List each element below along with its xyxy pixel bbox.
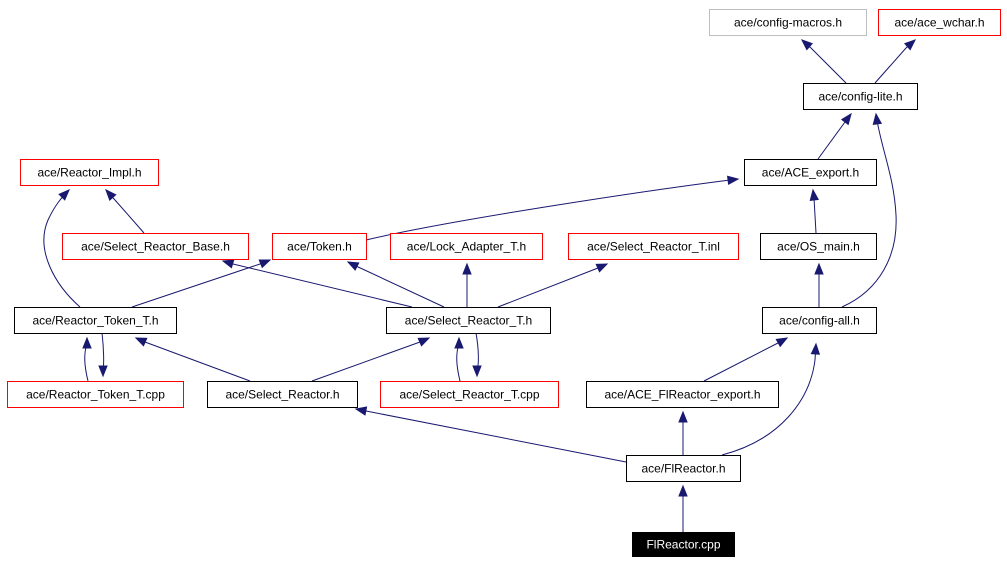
edge-line [311,337,430,382]
arrowhead-icon [346,261,360,271]
edge-token-to-ace-export [365,175,740,241]
node-fl-reactor-h[interactable]: ace/FlReactor.h [626,455,741,482]
node-label: ace/FlReactor.h [641,462,725,476]
node-fl-export[interactable]: ace/ACE_FlReactor_export.h [586,381,779,408]
node-label: ace/ACE_FlReactor_export.h [604,388,760,402]
arrowhead-icon [134,337,148,347]
arrowhead-icon [417,337,431,347]
node-select-reactor-base[interactable]: ace/Select_Reactor_Base.h [62,233,249,260]
arrowhead-icon [809,188,820,202]
arrowhead-icon [258,259,272,269]
node-label: ace/Select_Reactor_T.cpp [399,388,539,402]
arrowhead-icon [354,406,368,416]
edge-line [135,337,251,382]
node-ace-wchar[interactable]: ace/ace_wchar.h [878,9,1001,36]
edge-select-reactor-base-to-reactor-impl [105,188,145,234]
arrowhead-icon [82,336,92,349]
include-dependency-graph: ace/config-macros.h ace/ace_wchar.h ace/co… [7,9,1001,557]
edge-line [222,260,413,308]
arrowhead-icon [726,175,740,186]
arrowhead-icon [221,259,235,269]
edge-reactor-token-t-to-reactor-token-t-cpp [98,332,108,378]
node-reactor-token-t-cpp[interactable]: ace/Reactor_Token_T.cpp [7,381,184,408]
edge-select-reactor-to-select-reactor-t [311,337,431,382]
node-label: ace/Reactor_Token_T.h [32,314,158,328]
node-select-reactor-t-cpp[interactable]: ace/Select_Reactor_T.cpp [380,381,559,408]
node-label: ace/config-all.h [779,314,860,328]
edge-ace-export-to-config-lite [817,112,852,160]
edge-line [497,263,608,308]
arrowhead-icon [775,337,789,348]
arrowhead-icon [454,336,464,349]
node-select-reactor-t-inl[interactable]: ace/Select_Reactor_T.inl [568,233,739,260]
edges-layer [43,39,917,532]
edge-select-reactor-t-cpp-to-select-reactor-t [454,336,464,382]
edge-fl-reactor-h-to-select-reactor [354,406,627,463]
node-label: ace/ACE_export.h [762,166,859,180]
node-label: ace/config-macros.h [734,16,842,30]
edge-fl-export-to-config-all [703,337,789,382]
edge-line [355,408,627,463]
node-label: ace/ace_wchar.h [894,16,984,30]
node-reactor-token-t[interactable]: ace/Reactor_Token_T.h [14,307,177,334]
edge-fl-reactor-cpp-to-fl-reactor-h [678,484,688,532]
node-token[interactable]: ace/Token.h [272,233,367,260]
edge-line [347,261,445,308]
node-config-all[interactable]: ace/config-all.h [762,307,877,334]
edge-select-reactor-t-to-select-reactor-t-inl [497,263,609,308]
edge-select-reactor-t-to-token [346,261,445,308]
arrowhead-icon [810,342,821,355]
arrowhead-icon [472,365,482,378]
node-config-lite[interactable]: ace/config-lite.h [803,83,918,110]
edge-reactor-token-t-cpp-to-reactor-token-t [82,336,92,382]
node-fl-reactor-cpp: FlReactor.cpp [632,532,735,557]
edge-config-all-to-config-lite [841,112,897,308]
edge-config-lite-to-config-macros [800,39,847,84]
edge-config-lite-to-ace-wchar [874,39,917,84]
node-label: FlReactor.cpp [646,538,720,552]
arrowhead-icon [814,262,824,275]
arrowhead-icon [678,484,688,497]
node-select-reactor[interactable]: ace/Select_Reactor.h [207,381,358,408]
edge-line [131,259,271,308]
edge-fl-reactor-h-to-fl-export [678,410,688,455]
arrowhead-icon [462,262,472,275]
edge-line [703,337,788,382]
arrowhead-icon [58,189,70,201]
node-os-main[interactable]: ace/OS_main.h [760,233,877,260]
node-label: ace/OS_main.h [777,240,860,254]
edge-os-main-to-ace-export [809,188,820,234]
node-lock-adapter[interactable]: ace/Lock_Adapter_T.h [390,233,543,260]
node-label: ace/Reactor_Impl.h [37,166,141,180]
arrowhead-icon [872,112,883,126]
edge-select-reactor-t-to-select-reactor-t-cpp [472,332,482,378]
node-reactor-impl[interactable]: ace/Reactor_Impl.h [20,159,159,186]
node-label: ace/Token.h [287,240,352,254]
node-config-macros[interactable]: ace/config-macros.h [709,9,867,36]
node-ace-export[interactable]: ace/ACE_export.h [744,159,877,186]
arrowhead-icon [98,365,108,378]
edge-line [365,178,739,241]
nodes-layer: ace/config-macros.h ace/ace_wchar.h ace/co… [7,9,1001,557]
node-label: ace/Select_Reactor_T.h [405,314,532,328]
node-label: ace/Select_Reactor_Base.h [81,240,230,254]
arrowhead-icon [840,112,852,126]
node-label: ace/Lock_Adapter_T.h [407,240,526,254]
node-select-reactor-t[interactable]: ace/Select_Reactor_T.h [386,307,551,334]
node-label: ace/Select_Reactor.h [225,388,339,402]
node-label: ace/Reactor_Token_T.cpp [26,388,165,402]
node-label: ace/config-lite.h [818,90,902,104]
arrowhead-icon [678,410,688,423]
edge-select-reactor-t-to-lock-adapter [462,262,472,307]
node-label: ace/Select_Reactor_T.inl [587,240,720,254]
edge-reactor-token-t-to-token [131,259,272,308]
arrowhead-icon [595,263,609,273]
edge-select-reactor-to-reactor-token-t [134,337,251,382]
edge-line [841,113,897,308]
edge-config-all-to-os-main [814,262,824,307]
